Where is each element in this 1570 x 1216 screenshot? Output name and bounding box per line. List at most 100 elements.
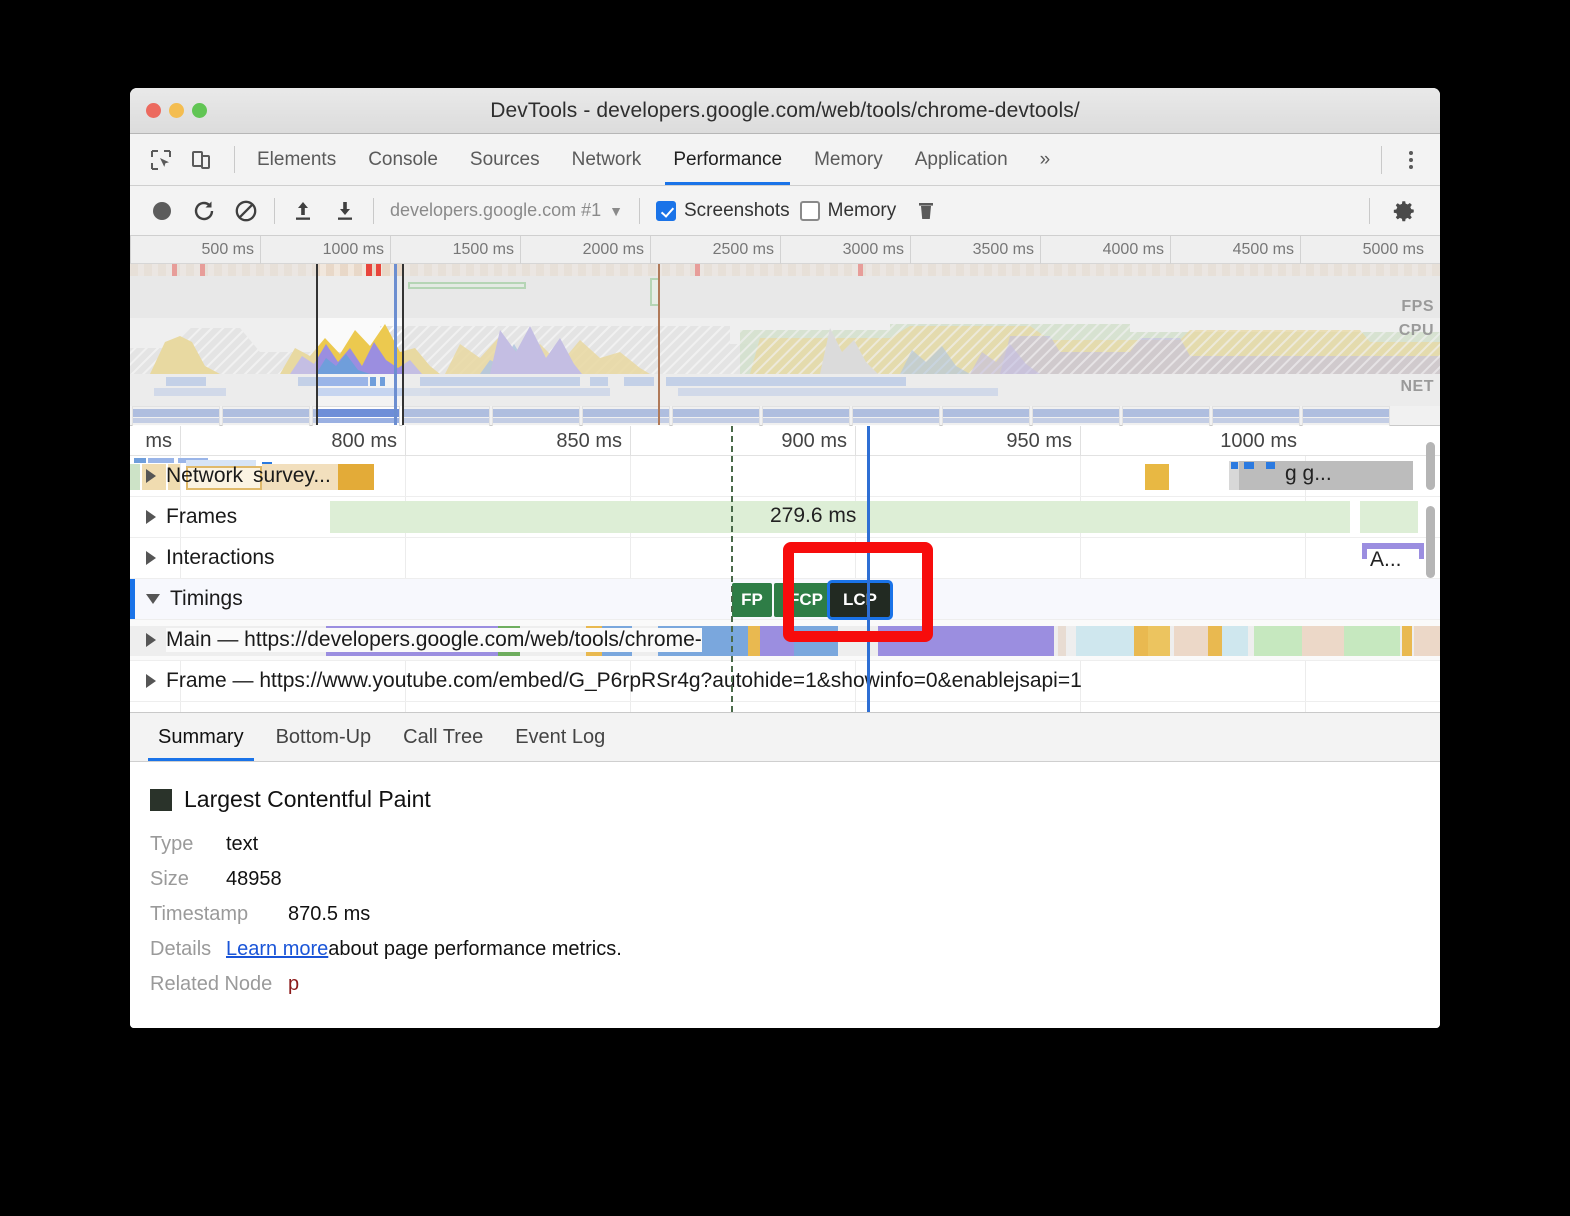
flame-tick: 950 ms — [855, 426, 1080, 456]
tab-performance[interactable]: Performance — [657, 134, 798, 185]
track-frame-header[interactable]: Frame — https://www.youtube.com/embed/G_… — [146, 661, 1082, 701]
flame-tick: 900 ms — [630, 426, 855, 456]
tab-memory[interactable]: Memory — [798, 134, 899, 185]
expand-triangle-icon[interactable] — [146, 633, 156, 647]
screenshots-label: Screenshots — [684, 199, 790, 221]
memory-checkbox-box[interactable] — [799, 200, 820, 221]
record-button[interactable] — [142, 193, 182, 229]
tab-network[interactable]: Network — [556, 134, 658, 185]
summary-row-timestamp: Timestamp 870.5 ms — [150, 903, 1420, 926]
collect-garbage-trash-icon[interactable] — [906, 193, 946, 229]
tab-elements[interactable]: Elements — [241, 134, 352, 185]
tab-bottom-up[interactable]: Bottom-Up — [260, 713, 388, 761]
learn-more-link[interactable]: Learn more — [226, 938, 328, 961]
track-interactions-label: Interactions — [166, 546, 275, 569]
overview-cursor-right[interactable] — [402, 264, 404, 425]
tab-label: Sources — [469, 148, 540, 170]
tab-sources[interactable]: Sources — [454, 134, 556, 185]
overview-fps-label: FPS — [1401, 298, 1434, 315]
toolbar-divider-4 — [639, 197, 640, 224]
summary-panel: Largest Contentful Paint Type text Size … — [130, 762, 1440, 1028]
timeline-overview[interactable]: 500 ms 1000 ms 1500 ms 2000 ms 2500 ms 3… — [130, 236, 1440, 458]
summary-row-value: text — [226, 833, 259, 855]
toolbar-right — [1355, 193, 1428, 229]
flame-tick: 800 ms — [180, 426, 405, 456]
overview-cursor-left[interactable] — [316, 264, 318, 425]
summary-node-key: Related Node — [150, 973, 273, 995]
tab-call-tree[interactable]: Call Tree — [387, 713, 499, 761]
load-profile-icon[interactable] — [283, 193, 323, 229]
panel-tabs: Elements Console Sources Network Perform… — [241, 134, 1066, 185]
overview-tick: 3500 ms — [910, 236, 1040, 264]
track-frames-label: Frames — [166, 505, 238, 528]
track-main-label: Main — https://developers.google.com/web… — [166, 628, 702, 652]
target-select-value: developers.google.com #1 — [390, 200, 602, 220]
tab-label: Performance — [673, 148, 783, 170]
flamechart-scrollbar-thumb[interactable] — [1426, 442, 1435, 490]
summary-title: Largest Contentful Paint — [184, 786, 431, 812]
track-network-label: Network — [166, 464, 244, 487]
timing-marker-fp[interactable]: FP — [732, 583, 772, 617]
chevron-down-icon: ▼ — [609, 202, 623, 219]
expand-triangle-icon[interactable] — [146, 510, 156, 524]
tab-label: Network — [571, 148, 642, 170]
toolbar-divider-3 — [373, 197, 374, 224]
flamechart-scrollbar-thumb-2[interactable] — [1426, 506, 1435, 578]
save-profile-icon[interactable] — [325, 193, 365, 229]
detail-tab-label: Event Log — [515, 725, 606, 748]
timing-marker-label: FP — [741, 590, 763, 609]
track-timings-header[interactable]: Timings — [146, 579, 243, 619]
event-color-swatch — [150, 788, 172, 811]
overview-tick: 1500 ms — [390, 236, 520, 264]
tab-overflow-chevron-icon[interactable]: » — [1024, 134, 1067, 185]
screenshots-checkbox[interactable]: Screenshots — [656, 200, 790, 222]
related-node-value[interactable]: p — [288, 973, 299, 996]
tab-event-log[interactable]: Event Log — [499, 713, 621, 761]
summary-row-value: 48958 — [226, 868, 282, 890]
memory-label: Memory — [827, 199, 897, 221]
toolbar-divider-5 — [1369, 197, 1370, 224]
target-select[interactable]: developers.google.com #1 ▼ — [382, 200, 631, 221]
expand-triangle-icon[interactable] — [146, 674, 156, 688]
track-frame-label: Frame — https://www.youtube.com/embed/G_… — [166, 669, 1082, 692]
overview-net-label: NET — [1400, 378, 1434, 395]
tab-summary[interactable]: Summary — [142, 713, 260, 761]
more-options-kebab-icon[interactable] — [1396, 145, 1426, 175]
overview-cpu-label: CPU — [1398, 322, 1434, 339]
track-main-header[interactable]: Main — https://developers.google.com/web… — [146, 620, 702, 660]
track-frames[interactable]: 279.6 ms Frames — [130, 497, 1440, 538]
device-toolbar-icon[interactable] — [184, 143, 218, 177]
track-network[interactable]: g g... Network survey... — [130, 456, 1440, 497]
tab-label: » — [1039, 148, 1051, 170]
toolbar-divider-2 — [274, 197, 275, 224]
tab-application[interactable]: Application — [899, 134, 1024, 185]
network-event-right-label: g g... — [1285, 462, 1332, 485]
tab-console[interactable]: Console — [352, 134, 454, 185]
flame-tick: 850 ms — [405, 426, 630, 456]
summary-row-details: Details Learn more about page performanc… — [150, 938, 1420, 961]
settings-gear-icon[interactable] — [1384, 193, 1424, 229]
expand-triangle-icon[interactable] — [146, 551, 156, 565]
inspect-element-icon[interactable] — [144, 143, 178, 177]
expand-triangle-icon[interactable] — [146, 469, 156, 483]
overview-tick: 2000 ms — [520, 236, 650, 264]
track-frame[interactable]: Frame — https://www.youtube.com/embed/G_… — [130, 661, 1440, 702]
tabbar-right — [1367, 134, 1440, 185]
detail-tab-label: Call Tree — [403, 725, 484, 748]
summary-row-size: Size 48958 — [150, 868, 1420, 891]
memory-checkbox[interactable]: Memory — [799, 199, 897, 222]
screenshots-checkbox-box[interactable] — [656, 200, 676, 221]
track-frames-header[interactable]: Frames — [146, 497, 237, 537]
summary-row-related-node: Related Node p — [150, 973, 1420, 996]
clear-recording-icon[interactable] — [226, 193, 266, 229]
tab-label: Console — [368, 148, 438, 170]
track-interactions-header[interactable]: Interactions — [146, 538, 275, 578]
track-timings-label: Timings — [170, 587, 243, 610]
reload-and-record-icon[interactable] — [184, 193, 224, 229]
collapse-triangle-icon[interactable] — [146, 594, 160, 604]
flame-tick: 1000 ms — [1080, 426, 1305, 456]
timeline-flamechart[interactable]: ms 800 ms 850 ms 900 ms 950 ms 1000 ms g… — [130, 426, 1440, 712]
tab-label: Elements — [257, 148, 337, 170]
track-network-header[interactable]: Network survey... — [146, 456, 331, 496]
flamechart-ruler: ms 800 ms 850 ms 900 ms 950 ms 1000 ms — [130, 426, 1440, 456]
